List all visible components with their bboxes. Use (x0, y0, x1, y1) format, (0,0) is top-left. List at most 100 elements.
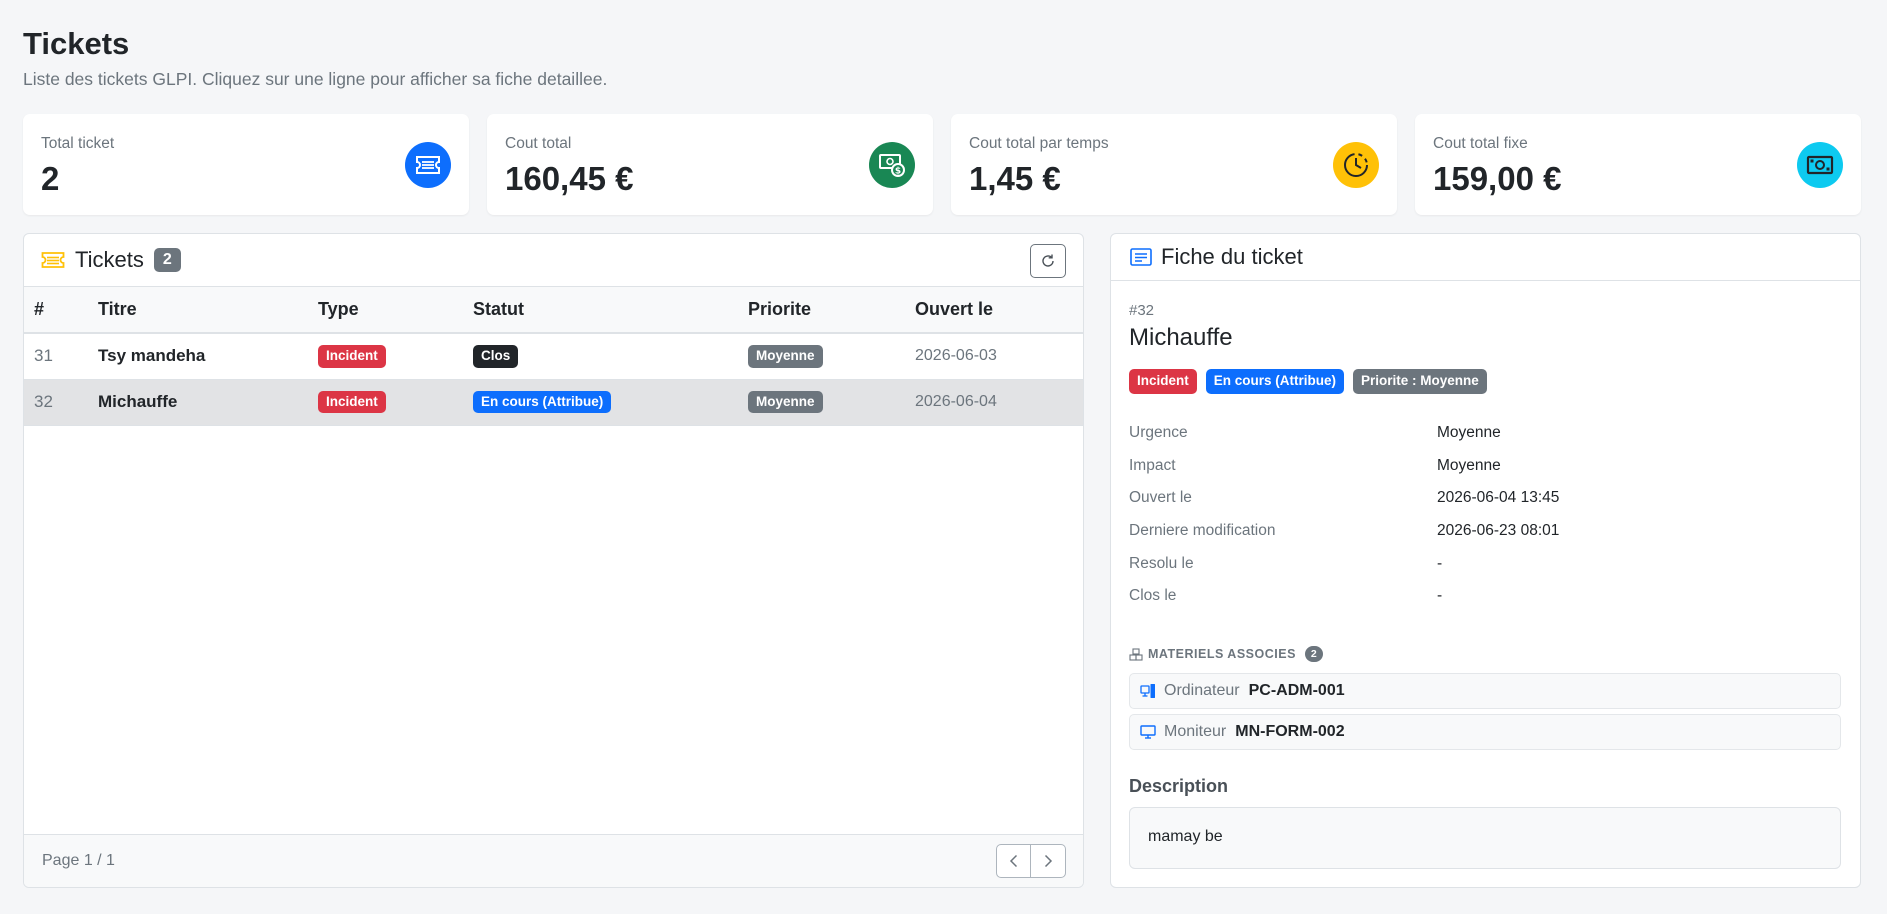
page-subtitle: Liste des tickets GLPI. Cliquez sur une … (23, 69, 608, 89)
cell-type: Incident (308, 333, 463, 380)
description-title: Description (1129, 776, 1229, 796)
priority-badge: Moyenne (748, 390, 823, 414)
stat-value: 2 (41, 160, 60, 197)
column-header-id[interactable]: # (24, 287, 88, 334)
cell-title: Tsy mandeha (88, 333, 308, 380)
description-box: mamay be (1129, 807, 1841, 869)
info-row-resolu-le: Resolu le - (1129, 555, 1829, 573)
cell-priority: Moyenne (738, 333, 905, 380)
status-badge: En cours (Attribue) (1205, 369, 1345, 394)
clock-icon (1333, 142, 1379, 188)
cell-status: En cours (Attribue) (463, 379, 738, 426)
asset-name: PC-ADM-001 (1248, 682, 1345, 699)
ticket-badges: Incident En cours (Attribue) Priorite : … (1129, 369, 1487, 394)
assets-section-header: MATERIELS ASSOCIES 2 (1129, 646, 1324, 662)
cell-id: 31 (24, 333, 88, 380)
refresh-button[interactable] (1030, 244, 1066, 278)
refresh-icon (1042, 254, 1054, 267)
chevron-left-icon (1009, 854, 1017, 868)
page-header: Tickets Liste des tickets GLPI. Cliquez … (23, 26, 607, 90)
next-page-button[interactable] (1031, 844, 1066, 878)
computer-icon (1140, 683, 1156, 699)
cell-status: Clos (463, 333, 738, 380)
info-value: - (1437, 555, 1443, 572)
asset-name: MN-FORM-002 (1235, 723, 1345, 740)
type-badge: Incident (318, 390, 386, 414)
asset-type: Ordinateur (1164, 682, 1240, 699)
cell-opened: 2026-06-04 (905, 379, 1083, 426)
cash-icon (1797, 142, 1843, 188)
stat-card-cout-fixe: Cout total fixe 159,00 € (1415, 114, 1861, 215)
previous-page-button[interactable] (996, 844, 1031, 878)
cell-priority: Moyenne (738, 379, 905, 426)
info-label: Ouvert le (1129, 489, 1192, 506)
table-row[interactable]: 31 Tsy mandeha Incident Clos Moyenne 202… (24, 333, 1083, 380)
ticket-id: #32 (1129, 302, 1155, 319)
ticket-detail-card: Fiche du ticket #32 Michauffe Incident E… (1110, 233, 1861, 888)
tickets-card-title: Tickets (75, 247, 144, 272)
asset-item[interactable]: Moniteur MN-FORM-002 (1129, 714, 1841, 750)
stat-label: Cout total fixe (1433, 135, 1528, 152)
tickets-table: # Titre Type Statut Priorite Ouvert le 3… (24, 287, 1083, 426)
stat-value: 159,00 € (1433, 160, 1562, 197)
info-label: Impact (1129, 457, 1176, 474)
boxes-icon (1129, 647, 1143, 661)
table-header-row: # Titre Type Statut Priorite Ouvert le (24, 287, 1083, 334)
tickets-card-footer: Page 1 / 1 (24, 834, 1083, 887)
assets-section-title: MATERIELS ASSOCIES (1148, 647, 1296, 661)
stat-label: Cout total par temps (969, 135, 1109, 152)
assets-count-badge: 2 (1304, 646, 1324, 662)
stat-label: Total ticket (41, 135, 115, 152)
page-indicator: Page 1 / 1 (42, 852, 115, 869)
stat-label: Cout total (505, 135, 572, 152)
column-header-statut[interactable]: Statut (463, 287, 738, 334)
asset-item[interactable]: Ordinateur PC-ADM-001 (1129, 673, 1841, 709)
info-value: 2026-06-23 08:01 (1437, 522, 1560, 539)
ticket-icon (41, 251, 65, 269)
stat-card-cout-par-temps: Cout total par temps 1,45 € (951, 114, 1397, 215)
monitor-icon (1140, 724, 1156, 740)
info-label: Resolu le (1129, 555, 1194, 572)
asset-type: Moniteur (1164, 723, 1227, 740)
tickets-card-header: Tickets 2 (24, 234, 1083, 287)
tickets-count-badge: 2 (153, 248, 181, 272)
column-header-type[interactable]: Type (308, 287, 463, 334)
stat-value: 160,45 € (505, 160, 634, 197)
table-row[interactable]: 32 Michauffe Incident En cours (Attribue… (24, 379, 1083, 426)
cell-title: Michauffe (88, 379, 308, 426)
stat-value: 1,45 € (969, 160, 1061, 197)
info-row-clos-le: Clos le - (1129, 587, 1829, 605)
cell-type: Incident (308, 379, 463, 426)
info-row-ouvert-le: Ouvert le 2026-06-04 13:45 (1129, 489, 1829, 507)
ticket-detail-title: Fiche du ticket (1161, 244, 1303, 269)
cash-coin-icon: $ (869, 142, 915, 188)
info-row-urgence: Urgence Moyenne (1129, 424, 1829, 442)
column-header-priorite[interactable]: Priorite (738, 287, 905, 334)
chevron-right-icon (1044, 854, 1053, 868)
cell-opened: 2026-06-03 (905, 333, 1083, 380)
info-value: Moyenne (1437, 424, 1501, 441)
ticket-icon (405, 142, 451, 188)
pagination (996, 844, 1066, 878)
ticket-title: Michauffe (1129, 324, 1233, 351)
priority-badge: Priorite : Moyenne (1353, 369, 1487, 394)
column-header-titre[interactable]: Titre (88, 287, 308, 334)
ticket-detail-header: Fiche du ticket (1111, 234, 1860, 281)
info-label: Urgence (1129, 424, 1188, 441)
type-badge: Incident (1129, 369, 1197, 394)
info-value: Moyenne (1437, 457, 1501, 474)
info-value: - (1437, 587, 1443, 604)
info-value: 2026-06-04 13:45 (1437, 489, 1560, 506)
info-label: Derniere modification (1129, 522, 1276, 539)
info-row-impact: Impact Moyenne (1129, 457, 1829, 475)
column-header-ouvert-le[interactable]: Ouvert le (905, 287, 1083, 334)
info-row-derniere-modification: Derniere modification 2026-06-23 08:01 (1129, 522, 1829, 540)
type-badge: Incident (318, 344, 386, 368)
status-badge: En cours (Attribue) (473, 390, 612, 414)
cell-id: 32 (24, 379, 88, 426)
status-badge: Clos (473, 344, 519, 368)
svg-text:$: $ (895, 167, 901, 177)
document-icon (1130, 248, 1152, 266)
priority-badge: Moyenne (748, 344, 823, 368)
stat-card-cout-total: Cout total 160,45 € $ (487, 114, 933, 215)
